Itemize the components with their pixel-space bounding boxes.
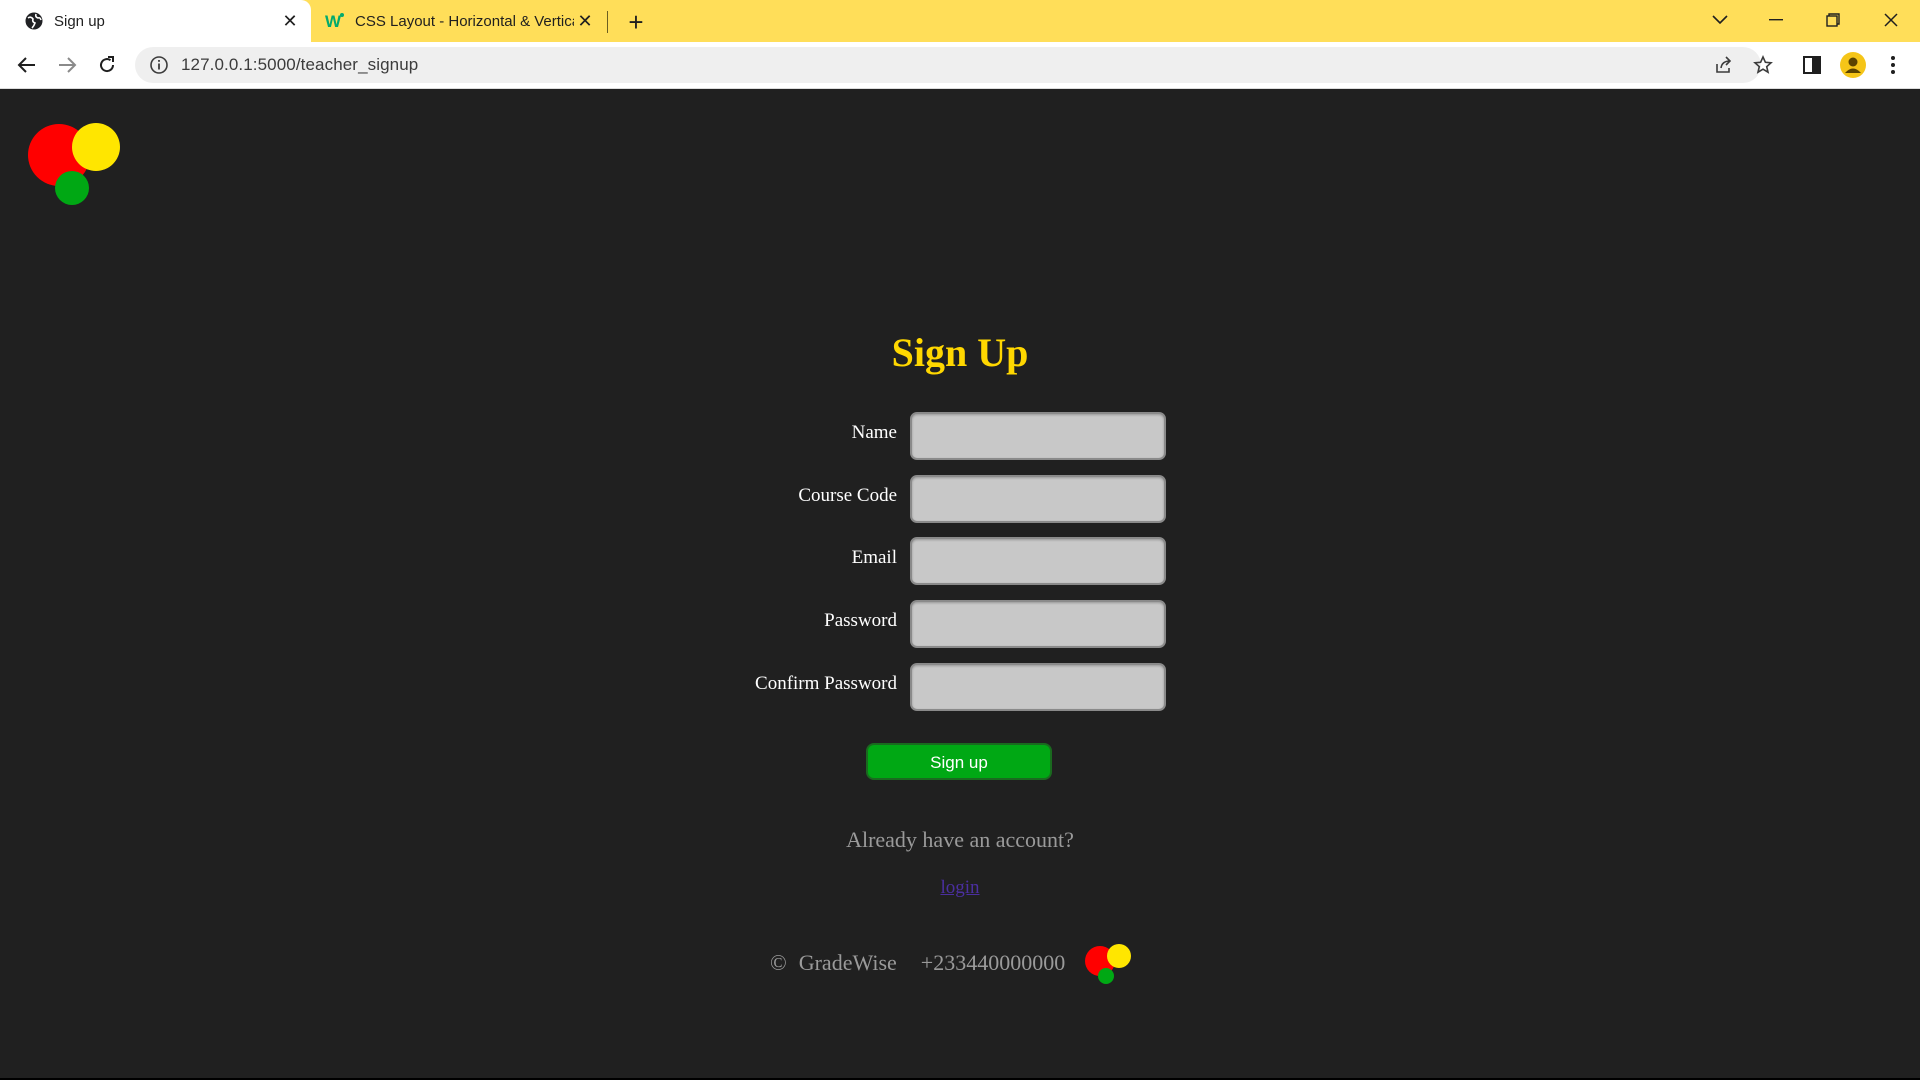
confirm-password-input[interactable] [910,663,1166,711]
footer-logo-green-circle [1098,968,1115,984]
course-code-input[interactable] [910,475,1166,523]
tab-search-icon[interactable] [1700,5,1740,35]
browser-menu-icon[interactable] [1878,50,1908,80]
browser-tab-strip: Sign up ✕ W CSS Layout - Horizontal & Ve… [0,0,1920,42]
url-text: 127.0.0.1:5000/teacher_signup [181,55,419,74]
footer-logo [1085,942,1133,984]
copyright-symbol: © [770,950,787,975]
close-window-icon[interactable] [1871,5,1911,35]
reload-icon[interactable] [92,50,122,80]
share-icon[interactable] [1709,50,1739,80]
close-tab-icon[interactable]: ✕ [279,10,301,32]
tab-sign-up[interactable]: Sign up ✕ [0,0,311,42]
site-info-icon[interactable] [149,55,169,75]
password-label: Password [824,610,897,631]
email-label: Email [851,547,897,568]
confirm-password-row: Confirm Password [0,663,1920,711]
footer: © GradeWise +233440000000 [770,942,1133,984]
new-tab-icon[interactable]: + [622,7,650,37]
name-input[interactable] [910,412,1166,460]
globe-icon [25,12,43,30]
email-input[interactable] [910,537,1166,585]
login-link[interactable]: login [0,877,1920,899]
bookmark-star-icon[interactable] [1748,50,1778,80]
w3schools-icon: W [325,12,344,31]
address-bar[interactable]: 127.0.0.1:5000/teacher_signup [135,47,1761,83]
name-label: Name [851,422,897,443]
page-title: Sign Up [891,330,1029,375]
forward-icon[interactable] [52,50,82,80]
logo-green-circle [55,171,89,205]
gradewise-logo[interactable] [28,123,124,208]
sign-up-button[interactable]: Sign up [866,743,1052,780]
footer-logo-yellow-circle [1107,944,1132,968]
back-icon[interactable] [12,50,42,80]
side-panel-icon[interactable] [1797,50,1827,80]
tab-title: CSS Layout - Horizontal & Vertical [355,12,574,30]
already-have-account-text: Already have an account? [846,827,1074,852]
tab-title: Sign up [54,12,105,30]
course-code-row: Course Code [0,475,1920,523]
minimize-icon[interactable] [1756,5,1796,35]
close-tab-icon[interactable]: ✕ [574,10,596,32]
logo-yellow-circle [72,123,120,171]
svg-text:W: W [325,12,342,31]
password-row: Password [0,600,1920,648]
password-input[interactable] [910,600,1166,648]
tab-separator [607,11,608,33]
footer-phone: +233440000000 [920,950,1066,975]
tab-css-layout[interactable]: W CSS Layout - Horizontal & Vertical ✕ [316,0,606,42]
confirm-password-label: Confirm Password [755,673,897,694]
browser-toolbar: 127.0.0.1:5000/teacher_signup [0,42,1920,89]
course-code-label: Course Code [798,485,897,506]
name-row: Name [0,412,1920,460]
email-row: Email [0,537,1920,585]
footer-brand: GradeWise [798,950,897,975]
profile-avatar-icon[interactable] [1838,50,1868,80]
restore-icon[interactable] [1813,5,1853,35]
page-body: Sign Up Name Course Code Email Password … [0,89,1920,1080]
